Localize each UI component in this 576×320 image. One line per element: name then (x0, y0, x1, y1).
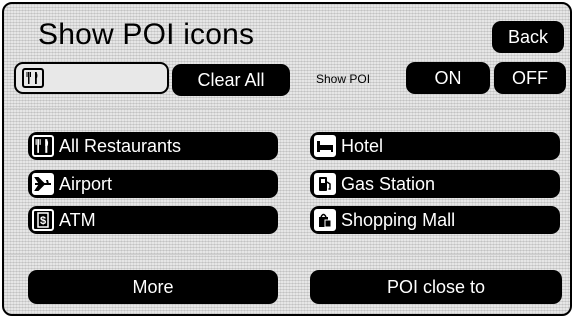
poi-label: All Restaurants (59, 135, 182, 156)
poi-screen: Show POI icons Back Clear All Show POI O… (2, 2, 572, 316)
divider (4, 108, 570, 109)
restaurant-icon (32, 135, 54, 157)
poi-gas-station-button[interactable]: Gas Station (310, 170, 560, 198)
poi-label: Gas Station (341, 173, 436, 194)
poi-all-restaurants-button[interactable]: All Restaurants (28, 132, 278, 160)
poi-atm-button[interactable]: $ ATM (28, 206, 278, 234)
poi-airport-button[interactable]: Airport (28, 170, 278, 198)
poi-label: ATM (59, 209, 96, 230)
fuel-pump-icon (314, 173, 336, 195)
shopping-bag-icon (314, 209, 336, 231)
on-button[interactable]: ON (406, 62, 490, 94)
poi-label: Hotel (341, 135, 384, 156)
show-poi-label: Show POI (316, 72, 371, 86)
bed-icon (314, 135, 336, 157)
poi-shopping-mall-button[interactable]: Shopping Mall (310, 206, 560, 234)
off-button[interactable]: OFF (494, 62, 566, 94)
selected-poi-field[interactable] (14, 62, 169, 94)
back-button[interactable]: Back (492, 21, 564, 53)
restaurant-icon (22, 68, 44, 88)
poi-label: Airport (59, 173, 113, 194)
svg-text:$: $ (40, 215, 46, 227)
more-button[interactable]: More (28, 270, 278, 304)
poi-close-to-button[interactable]: POI close to (310, 270, 562, 304)
poi-label: Shopping Mall (341, 209, 456, 230)
clear-all-button[interactable]: Clear All (172, 64, 290, 96)
page-title: Show POI icons (38, 18, 255, 51)
divider (4, 254, 570, 255)
dollar-icon: $ (32, 209, 54, 231)
airplane-icon (32, 173, 54, 195)
poi-hotel-button[interactable]: Hotel (310, 132, 560, 160)
